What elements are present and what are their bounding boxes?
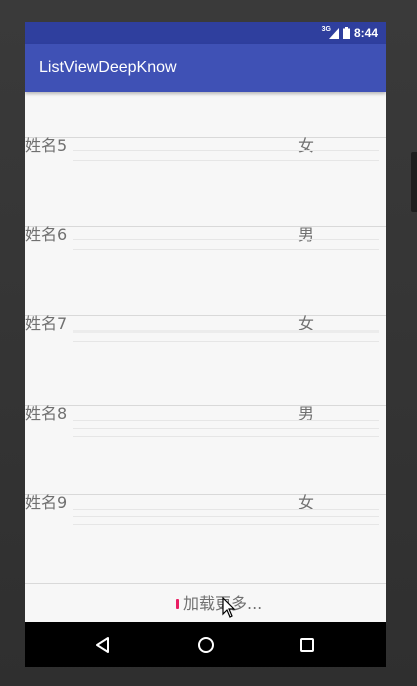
- item-name: 姓名7: [25, 314, 68, 333]
- row-artifact-line: [73, 524, 379, 525]
- app-title: ListViewDeepKnow: [39, 59, 177, 76]
- row-artifact-line: [73, 160, 379, 161]
- device-side-button: [411, 152, 417, 212]
- list-item[interactable]: 姓名5 女: [25, 136, 386, 226]
- item-name: 姓名9: [25, 493, 68, 512]
- app-bar: ListViewDeepKnow: [25, 44, 386, 92]
- row-artifact-line: [73, 150, 379, 151]
- phone-screen: 3G 8:44 ListViewDeepKnow 姓名5 女 姓名6 男 姓名7…: [25, 22, 386, 667]
- list-item[interactable]: 姓名6 男: [25, 225, 386, 315]
- row-artifact-line: [73, 436, 379, 437]
- status-icons: 3G 8:44: [322, 25, 378, 41]
- row-artifact-line: [73, 516, 379, 517]
- load-more-footer[interactable]: 加载更多...: [25, 584, 386, 622]
- item-name: 姓名5: [25, 136, 68, 155]
- status-bar: 3G 8:44: [25, 22, 386, 44]
- row-artifact-line: [73, 509, 379, 510]
- row-artifact-line: [73, 239, 379, 240]
- battery-icon: [342, 27, 350, 39]
- item-gender: 男: [298, 404, 315, 423]
- recents-square-icon[interactable]: [295, 633, 319, 657]
- row-artifact-line: [73, 330, 379, 333]
- item-name: 姓名6: [25, 225, 68, 244]
- item-gender: 女: [298, 493, 315, 512]
- home-circle-icon[interactable]: [194, 633, 218, 657]
- loading-progress-indicator: [176, 599, 179, 609]
- row-artifact-line: [73, 428, 379, 429]
- device-frame: 3G 8:44 ListViewDeepKnow 姓名5 女 姓名6 男 姓名7…: [0, 0, 417, 686]
- network-type-label: 3G: [321, 25, 331, 33]
- item-gender: 女: [298, 136, 315, 155]
- row-artifact-line: [73, 249, 379, 250]
- list-item[interactable]: 姓名7 女: [25, 314, 386, 404]
- item-name: 姓名8: [25, 404, 68, 423]
- clock-time: 8:44: [353, 26, 378, 40]
- row-artifact-line: [73, 420, 379, 421]
- back-triangle-icon[interactable]: [91, 633, 115, 657]
- mouse-cursor-icon: [222, 597, 236, 618]
- item-gender: 男: [298, 225, 315, 244]
- list-view[interactable]: 姓名5 女 姓名6 男 姓名7 女 姓名8 男 姓名9 女: [25, 92, 386, 622]
- navigation-bar: [25, 622, 386, 667]
- row-artifact-line: [73, 341, 379, 342]
- list-item[interactable]: 姓名8 男: [25, 404, 386, 494]
- list-item[interactable]: 姓名9 女: [25, 493, 386, 583]
